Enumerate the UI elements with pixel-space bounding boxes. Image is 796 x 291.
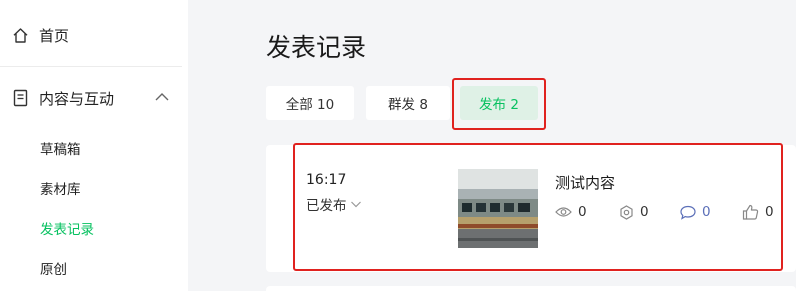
comments-stat: 0	[680, 203, 711, 221]
sidebar: 首页 内容与互动 草稿箱 素材库 发表记录 原创	[0, 0, 188, 291]
chevron-up-icon[interactable]	[154, 91, 170, 103]
shares-stat: 0	[619, 203, 649, 221]
tab-mass-send[interactable]: 群发 8	[366, 86, 450, 120]
article-thumbnail[interactable]	[458, 169, 538, 248]
comment-icon	[680, 205, 696, 220]
eye-icon	[555, 207, 572, 217]
shares-count: 0	[640, 204, 649, 220]
sidebar-item-drafts[interactable]: 草稿箱	[40, 138, 81, 158]
record-status-label: 已发布	[306, 198, 347, 214]
views-stat: 0	[555, 203, 587, 221]
chevron-down-icon	[350, 201, 361, 208]
home-icon	[13, 27, 28, 43]
sidebar-divider	[0, 66, 182, 67]
document-icon	[13, 89, 28, 107]
sidebar-item-publish-records[interactable]: 发表记录	[40, 218, 94, 238]
record-time: 16:17	[306, 172, 347, 188]
tab-all[interactable]: 全部 10	[266, 86, 354, 120]
tab-publish[interactable]: 发布 2	[460, 86, 538, 120]
share-icon	[620, 204, 633, 220]
likes-count: 0	[765, 204, 774, 220]
sidebar-group-label: 内容与互动	[39, 89, 115, 108]
views-count: 0	[578, 204, 587, 220]
thumbs-up-icon	[742, 204, 759, 220]
page-title: 发表记录	[266, 33, 367, 62]
comments-count: 0	[702, 204, 711, 220]
likes-stat: 0	[742, 203, 774, 221]
publish-record-card-next	[266, 286, 796, 291]
sidebar-item-original[interactable]: 原创	[40, 258, 67, 278]
record-status[interactable]: 已发布	[306, 194, 362, 214]
sidebar-item-label: 首页	[39, 26, 70, 45]
article-title[interactable]: 测试内容	[555, 172, 615, 193]
sidebar-item-library[interactable]: 素材库	[40, 178, 81, 198]
sidebar-group-content[interactable]: 内容与互动	[12, 86, 176, 110]
sidebar-item-home[interactable]: 首页	[12, 23, 69, 47]
